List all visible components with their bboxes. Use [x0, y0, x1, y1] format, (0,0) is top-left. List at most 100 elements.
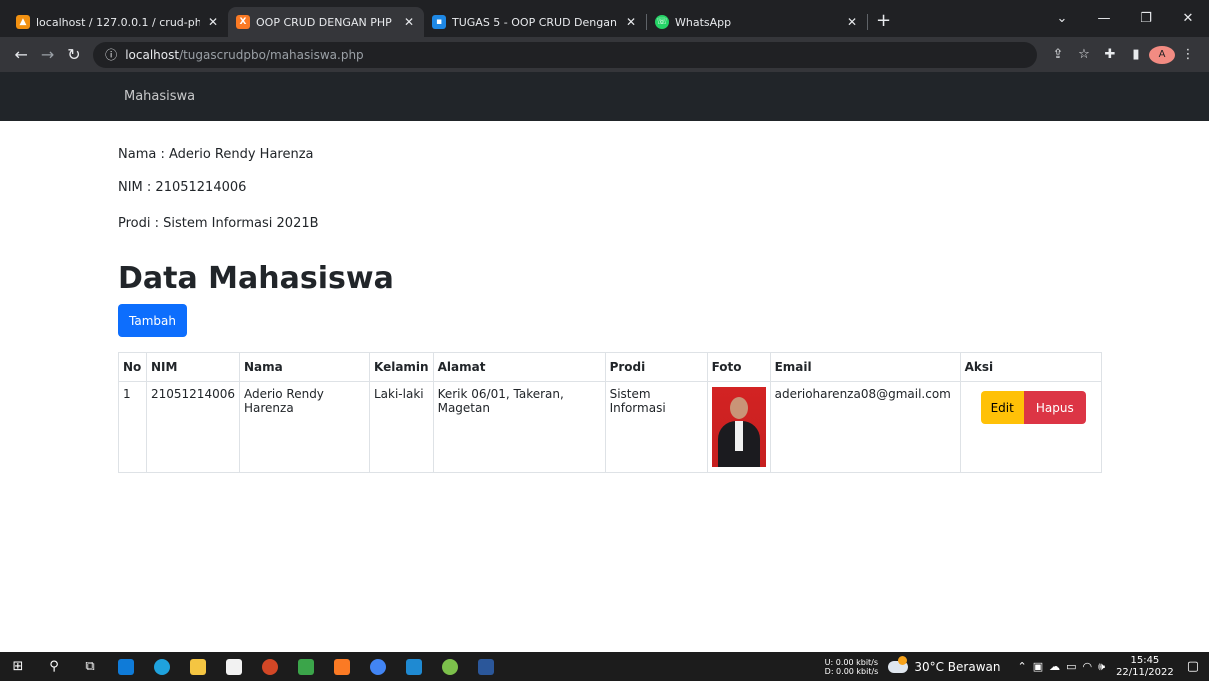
url-host: localhost	[125, 47, 180, 62]
cell-aksi: Edit Hapus	[959, 381, 1103, 473]
cell-kelamin: Laki-laki	[368, 381, 434, 473]
close-icon[interactable]: ✕	[845, 15, 859, 29]
search-icon[interactable]: ⚲	[36, 652, 72, 681]
onedrive-icon[interactable]: ☁	[1049, 660, 1060, 673]
col-kelamin: Kelamin	[368, 352, 434, 382]
game-app-icon[interactable]	[288, 652, 324, 681]
navbar-brand[interactable]: Mahasiswa	[124, 89, 195, 104]
notification-icon[interactable]: ▢	[1187, 659, 1199, 674]
address-bar[interactable]: ⓘ localhost/tugascrudpbo/mahasiswa.php	[93, 41, 1037, 68]
windows-start-icon[interactable]: ⊞	[0, 652, 36, 681]
net-down: D: 0.00 kbit/s	[824, 666, 879, 676]
xampp-icon: X	[236, 15, 250, 29]
student-nama: Nama : Aderio Rendy Harenza	[118, 147, 314, 162]
reload-icon[interactable]: ↻	[61, 45, 87, 64]
cell-prodi: Sistem Informasi	[604, 381, 708, 473]
edge-icon[interactable]	[144, 652, 180, 681]
weather-icon	[888, 655, 909, 673]
volume-icon[interactable]: 🕪	[1098, 660, 1105, 674]
whatsapp-icon: ☏	[655, 15, 669, 29]
col-foto: Foto	[706, 352, 771, 382]
net-up: U: 0.00 kbit/s	[824, 657, 879, 667]
info-icon[interactable]: ⓘ	[105, 46, 117, 63]
mahasiswa-table: No NIM Nama Kelamin Alamat Prodi Foto Em…	[118, 352, 1103, 473]
tray-app-icon[interactable]: ▣	[1033, 660, 1043, 673]
tab-whatsapp[interactable]: ☏ WhatsApp ✕	[647, 7, 867, 37]
col-prodi: Prodi	[604, 352, 708, 382]
side-panel-icon[interactable]: ▮	[1123, 47, 1149, 62]
col-no: No	[118, 352, 147, 382]
hapus-button[interactable]: Hapus	[1023, 391, 1086, 424]
cell-email: aderioharenza08@gmail.com	[769, 381, 961, 473]
chrome-icon[interactable]	[360, 652, 396, 681]
student-photo	[711, 387, 766, 467]
close-window-button[interactable]: ✕	[1167, 11, 1209, 26]
word-icon[interactable]	[468, 652, 504, 681]
browser-tab-strip: ▲ localhost / 127.0.0.1 / crud-php / ✕ X…	[0, 0, 1209, 37]
wifi-icon[interactable]: ◠	[1083, 660, 1093, 673]
col-alamat: Alamat	[432, 352, 606, 382]
tab-phpmyadmin[interactable]: ▲ localhost / 127.0.0.1 / crud-php / ✕	[8, 7, 228, 37]
system-tray: U: 0.00 kbit/s D: 0.00 kbit/s 30°C Beraw…	[825, 652, 1209, 681]
edit-button[interactable]: Edit	[980, 391, 1024, 424]
close-icon[interactable]: ✕	[624, 15, 638, 29]
bookmark-star-icon[interactable]: ☆	[1071, 47, 1097, 62]
col-nama: Nama	[238, 352, 370, 382]
new-tab-button[interactable]: +	[876, 10, 891, 31]
tab-tugas5[interactable]: ▪ TUGAS 5 - OOP CRUD Dengan PI ✕	[424, 7, 646, 37]
docs-app-icon[interactable]	[216, 652, 252, 681]
cell-alamat: Kerik 06/01, Takeran, Magetan	[432, 381, 606, 473]
table-header-row: No NIM Nama Kelamin Alamat Prodi Foto Em…	[118, 352, 1103, 382]
tab-oop-crud[interactable]: X OOP CRUD DENGAN PHP ✕	[228, 7, 424, 37]
photo-shirt	[734, 421, 743, 451]
xampp-taskbar-icon[interactable]	[324, 652, 360, 681]
extensions-icon[interactable]: ✚	[1097, 47, 1123, 62]
restore-button[interactable]: ❐	[1125, 11, 1167, 26]
cell-nama: Aderio Rendy Harenza	[238, 381, 370, 473]
battery-icon[interactable]: ▭	[1066, 660, 1076, 673]
tab-title: WhatsApp	[675, 15, 732, 29]
profile-avatar[interactable]: A	[1149, 45, 1175, 64]
window-controls: ⌄ — ❐ ✕	[1041, 0, 1209, 37]
forward-icon[interactable]: →	[34, 45, 60, 64]
col-nim: NIM	[146, 352, 240, 382]
clock[interactable]: 15:45 22/11/2022	[1116, 655, 1174, 679]
tambah-button[interactable]: Tambah	[118, 304, 187, 337]
clock-date: 22/11/2022	[1116, 666, 1174, 678]
powerpoint-icon[interactable]	[252, 652, 288, 681]
minimize-button[interactable]: —	[1083, 11, 1125, 26]
back-icon[interactable]: ←	[8, 45, 34, 64]
cell-foto	[706, 381, 771, 473]
windows-taskbar: ⊞ ⚲ ⧉ U: 0.00 kbit/s D: 0.00 kbit/s 30°C…	[0, 652, 1209, 681]
file-explorer-icon[interactable]	[180, 652, 216, 681]
phpmyadmin-icon: ▲	[16, 15, 30, 29]
student-prodi: Prodi : Sistem Informasi 2021B	[118, 216, 319, 231]
close-icon[interactable]: ✕	[402, 15, 416, 29]
page-title: Data Mahasiswa	[118, 261, 394, 296]
col-aksi: Aksi	[959, 352, 1103, 382]
cell-no: 1	[118, 381, 147, 473]
clock-time: 15:45	[1130, 654, 1160, 666]
tab-separator	[867, 14, 868, 30]
weather-text[interactable]: 30°C Berawan	[914, 660, 1000, 674]
tab-title: OOP CRUD DENGAN PHP	[256, 15, 392, 29]
app-navbar: Mahasiswa	[0, 72, 1209, 121]
tab-search-icon[interactable]: ⌄	[1041, 11, 1083, 26]
task-view-icon[interactable]: ⧉	[72, 652, 108, 681]
close-icon[interactable]: ✕	[206, 15, 220, 29]
chevron-up-icon[interactable]: ⌃	[1017, 660, 1026, 673]
action-button-group: Edit Hapus	[980, 391, 1097, 424]
menu-kebab-icon[interactable]: ⋮	[1175, 47, 1201, 62]
table-row: 1 21051214006 Aderio Rendy Harenza Laki-…	[118, 381, 1103, 473]
share-icon[interactable]: ⇪	[1045, 47, 1071, 62]
mail-icon[interactable]	[108, 652, 144, 681]
vscode-icon[interactable]	[396, 652, 432, 681]
android-studio-icon[interactable]	[432, 652, 468, 681]
photo-head	[729, 397, 748, 419]
tab-title: TUGAS 5 - OOP CRUD Dengan PI	[452, 15, 618, 29]
network-speed: U: 0.00 kbit/s D: 0.00 kbit/s	[825, 658, 879, 676]
tab-title: localhost / 127.0.0.1 / crud-php /	[36, 15, 200, 29]
col-email: Email	[769, 352, 961, 382]
student-nim: NIM : 21051214006	[118, 180, 247, 195]
browser-toolbar: ← → ↻ ⓘ localhost/tugascrudpbo/mahasiswa…	[0, 37, 1209, 72]
